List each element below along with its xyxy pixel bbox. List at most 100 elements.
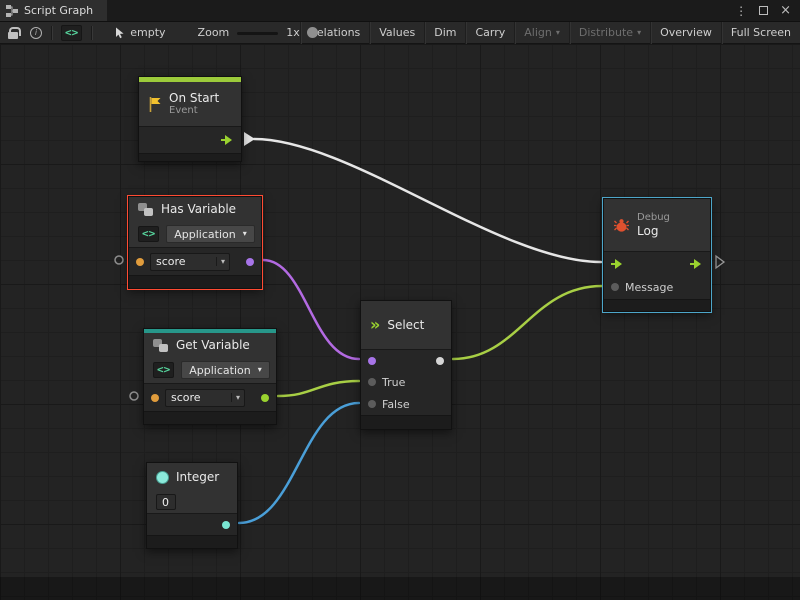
node-subheader: <> Application ▾ xyxy=(129,221,261,247)
values-button[interactable]: Values xyxy=(369,22,424,44)
name-input-port[interactable] xyxy=(151,394,159,402)
lock-icon[interactable] xyxy=(8,32,18,39)
selection-output-port[interactable] xyxy=(436,357,444,365)
node-footer xyxy=(139,153,241,161)
node-title: Has Variable xyxy=(161,202,236,216)
node-subheader: <> Application ▾ xyxy=(144,357,276,383)
has-variable-external-port xyxy=(115,256,123,264)
graph-canvas[interactable]: On Start Event Has Variable <> Applicati… xyxy=(0,44,800,600)
close-icon[interactable]: × xyxy=(780,4,791,17)
distribute-button[interactable]: Distribute▾ xyxy=(569,22,650,44)
variable-name-value: score xyxy=(171,391,231,404)
cursor-icon xyxy=(115,27,125,39)
zoom-slider[interactable] xyxy=(237,22,278,44)
tab-script-graph[interactable]: Script Graph xyxy=(0,0,107,21)
maximize-icon[interactable] xyxy=(759,6,768,15)
get-variable-external-port xyxy=(130,392,138,400)
graph-inspector-icon[interactable]: <> xyxy=(61,25,82,41)
true-input-port[interactable] xyxy=(368,378,376,386)
info-icon[interactable]: i xyxy=(30,27,42,39)
result-output-port[interactable] xyxy=(246,258,254,266)
false-port-label: False xyxy=(382,398,410,411)
button-label: Align xyxy=(524,26,552,39)
variable-name-dropdown[interactable]: score ▾ xyxy=(165,389,245,407)
node-debug-log[interactable]: Debug Log Message xyxy=(603,198,711,312)
flow-output-port[interactable] xyxy=(690,258,703,270)
titlebar: Script Graph ⋮ × xyxy=(0,0,800,22)
caret-down-icon: ▾ xyxy=(556,29,560,37)
node-get-variable[interactable]: Get Variable <> Application ▾ score ▾ xyxy=(143,328,277,425)
integer-output-port[interactable] xyxy=(222,521,230,529)
variable-name-value: score xyxy=(156,255,216,268)
node-footer xyxy=(361,415,451,429)
bug-icon xyxy=(613,218,630,233)
port-row: True xyxy=(361,371,451,393)
integer-value-field[interactable]: 0 xyxy=(156,494,176,510)
message-port-label: Message xyxy=(625,281,673,294)
kebab-menu-icon[interactable]: ⋮ xyxy=(735,4,747,18)
zoom-value: 1x xyxy=(286,26,300,39)
node-title: On Start xyxy=(169,91,219,105)
scope-dropdown-value: Application xyxy=(174,228,235,241)
port-row xyxy=(361,349,451,371)
false-input-port[interactable] xyxy=(368,400,376,408)
wire-flow xyxy=(254,139,601,262)
flow-input-port[interactable] xyxy=(611,258,624,270)
dim-button[interactable]: Dim xyxy=(424,22,465,44)
node-select[interactable]: » Select True False xyxy=(360,300,452,430)
variable-scope-icon: <> xyxy=(138,226,159,242)
flow-start-cap xyxy=(244,132,255,146)
port-row: score ▾ xyxy=(129,247,261,275)
canvas-bottom-shade xyxy=(0,577,800,600)
node-footer xyxy=(147,535,237,548)
node-subtitle: Event xyxy=(169,105,219,117)
variable-name-dropdown[interactable]: score ▾ xyxy=(150,253,230,271)
scope-dropdown-value: Application xyxy=(189,364,250,377)
flow-output-port[interactable] xyxy=(221,134,234,146)
graph-icon xyxy=(6,5,18,17)
wire-true xyxy=(278,381,359,396)
variables-icon xyxy=(153,339,169,352)
node-header: Debug Log xyxy=(604,199,710,251)
value-output-port[interactable] xyxy=(261,394,269,402)
port-row: score ▾ xyxy=(144,383,276,411)
node-integer[interactable]: Integer 0 xyxy=(146,462,238,549)
node-header: Has Variable xyxy=(129,197,261,221)
node-title: Log xyxy=(637,224,670,238)
node-title: Get Variable xyxy=(176,338,250,352)
variables-icon xyxy=(138,203,154,216)
caret-down-icon: ▾ xyxy=(243,230,247,238)
wire-condition xyxy=(263,260,359,359)
node-on-start[interactable]: On Start Event xyxy=(138,76,242,162)
message-input-port[interactable] xyxy=(611,283,619,291)
node-title: Select xyxy=(387,318,424,332)
tab-title: Script Graph xyxy=(24,4,93,17)
port-row xyxy=(604,251,710,275)
script-graph-window: Script Graph ⋮ × i <> empty Zoom 1x Rela… xyxy=(0,0,800,600)
zoom-slider-knob[interactable] xyxy=(307,27,318,38)
name-input-port[interactable] xyxy=(136,258,144,266)
button-label: Carry xyxy=(475,26,505,39)
node-header: » Select xyxy=(361,301,451,349)
caret-down-icon: ▾ xyxy=(637,29,641,37)
port-row xyxy=(139,126,241,153)
port-row: Message xyxy=(604,275,710,299)
node-header: Integer xyxy=(147,463,237,491)
value-row: 0 xyxy=(147,491,237,513)
debug-flow-out-cap xyxy=(716,256,724,268)
fullscreen-button[interactable]: Full Screen xyxy=(721,22,800,44)
zoom-slider-track[interactable] xyxy=(237,32,278,35)
scope-dropdown[interactable]: Application ▾ xyxy=(166,225,254,243)
node-has-variable[interactable]: Has Variable <> Application ▾ score ▾ xyxy=(128,196,262,289)
button-label: Overview xyxy=(660,26,712,39)
graph-toolbar: i <> empty Zoom 1x Relations Values Dim … xyxy=(0,22,800,44)
window-controls: ⋮ × xyxy=(735,0,800,21)
zoom-label: Zoom xyxy=(198,26,230,39)
port-row: False xyxy=(361,393,451,415)
scope-dropdown[interactable]: Application ▾ xyxy=(181,361,269,379)
condition-input-port[interactable] xyxy=(368,357,376,365)
variable-scope-icon: <> xyxy=(153,362,174,378)
carry-button[interactable]: Carry xyxy=(465,22,514,44)
overview-button[interactable]: Overview xyxy=(650,22,721,44)
align-button[interactable]: Align ▾ xyxy=(514,22,569,44)
